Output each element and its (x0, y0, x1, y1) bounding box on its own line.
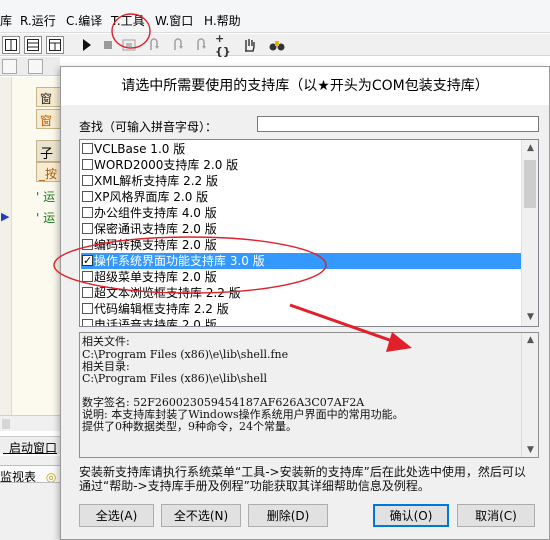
run-icon[interactable] (78, 36, 96, 54)
library-item[interactable]: 编码转换支持库 2.0 版 (81, 237, 522, 253)
dialog-title: 请选中所需要使用的支持库（以★开头为COM包装支持库） (61, 67, 549, 105)
editor-gutter (0, 77, 12, 415)
library-item[interactable]: 电话语音支持库 2.0 版 (81, 317, 522, 327)
start-window-tab-label: _启动窗口 (3, 441, 58, 454)
scroll-down-icon[interactable]: ▼ (522, 445, 538, 455)
scroll-up-icon[interactable]: ▲ (522, 335, 538, 345)
menu-run[interactable]: R.运行 (20, 12, 56, 29)
step-into-icon[interactable] (146, 36, 164, 54)
checkbox-checked[interactable] (82, 253, 93, 269)
watch-tab[interactable]: 监视表 ◎ (0, 465, 62, 483)
step-icon[interactable] (120, 36, 138, 54)
window-layout-icon[interactable] (24, 36, 42, 54)
library-name: VCLBase 1.0 版 (94, 142, 186, 156)
menu-compile[interactable]: C.编译 (66, 12, 102, 29)
library-item[interactable]: WORD2000支持库 2.0 版 (81, 157, 522, 173)
library-item[interactable]: VCLBase 1.0 版 (81, 141, 522, 157)
menu-help[interactable]: H.帮助 (204, 12, 241, 29)
info-scrollbar[interactable]: ▲ ▼ (521, 333, 538, 457)
grid-icon[interactable] (28, 59, 43, 74)
related-files-label: 相关文件: (82, 335, 130, 348)
library-item[interactable]: XP风格界面库 2.0 版 (81, 189, 522, 205)
step-out-icon[interactable] (193, 36, 211, 54)
cancel-button[interactable]: 取消(C) (457, 504, 535, 527)
delete-button[interactable]: 删除(D) (248, 504, 328, 527)
select-none-button[interactable]: 全不选(N) (161, 504, 241, 527)
library-item[interactable]: 超文本浏览框支持库 2.2 版 (81, 285, 522, 301)
checkbox[interactable] (82, 287, 93, 298)
stop-icon[interactable] (99, 36, 117, 54)
checkbox[interactable] (82, 143, 93, 154)
library-name: XML解析支持库 2.2 版 (94, 174, 218, 188)
library-name: 代码编辑框支持库 2.2 版 (94, 302, 229, 316)
watch-tab-label: 监视表 (0, 470, 37, 483)
library-list[interactable]: VCLBase 1.0 版 WORD2000支持库 2.0 版 XML解析支持库… (79, 139, 539, 327)
library-name: 办公组件支持库 4.0 版 (94, 206, 217, 220)
code-comment-line: ' 运 (36, 190, 56, 204)
subroutine-name: _按 (36, 162, 62, 182)
menu-tools[interactable]: T.工具 (111, 12, 145, 29)
search-input[interactable] (257, 116, 539, 132)
glasses-icon: ◎ (45, 470, 57, 483)
scroll-down-icon[interactable]: ▼ (522, 309, 538, 326)
library-name: XP风格界面库 2.0 版 (94, 190, 209, 204)
menu-library[interactable]: 库 (0, 12, 12, 29)
menu-bar: 库 R.运行 C.编译 T.工具 W.窗口 H.帮助 (0, 0, 550, 33)
main-toolbar: +{} (0, 32, 550, 58)
start-window-tab[interactable]: _启动窗口 (0, 436, 62, 454)
menu-window[interactable]: W.窗口 (155, 12, 193, 29)
checkbox[interactable] (82, 239, 93, 250)
editor-horizontal-scrollbar[interactable] (0, 415, 62, 431)
hand-icon[interactable] (240, 36, 258, 54)
ok-button[interactable]: 确认(O) (373, 504, 449, 527)
checkbox[interactable] (82, 175, 93, 186)
library-list-scrollbar[interactable]: ▲ ▼ (521, 140, 538, 326)
scroll-thumb[interactable] (524, 160, 536, 208)
checkbox[interactable] (82, 223, 93, 234)
library-name: 编码转换支持库 2.0 版 (94, 238, 217, 252)
library-name: 保密通讯支持库 2.0 版 (94, 222, 217, 236)
library-name: 超文本浏览框支持库 2.2 版 (94, 286, 241, 300)
window-tab[interactable]: 窗口 (36, 87, 62, 107)
library-item[interactable]: 超级菜单支持库 2.0 版 (81, 269, 522, 285)
select-all-button[interactable]: 全选(A) (79, 504, 154, 527)
search-label: 查找（可输入拼音字母）： (79, 120, 218, 134)
checkbox[interactable] (82, 271, 93, 282)
search-binoculars-icon[interactable] (268, 36, 286, 54)
code-comment-line: ' 运 (36, 211, 56, 225)
window-layout-icon[interactable] (2, 36, 20, 54)
library-name: 电话语音支持库 2.0 版 (94, 318, 217, 327)
related-dir-path: C:\Program Files (x86)\e\lib\shell (82, 372, 267, 385)
library-item[interactable]: 办公组件支持库 4.0 版 (81, 205, 522, 221)
secondary-toolbar (0, 57, 60, 76)
library-item[interactable]: 保密通讯支持库 2.0 版 (81, 221, 522, 237)
library-item[interactable]: 代码编辑框支持库 2.2 版 (81, 301, 522, 317)
library-info-box: 相关文件: C:\Program Files (x86)\e\lib\shell… (79, 332, 539, 458)
checkbox[interactable] (82, 159, 93, 170)
checkbox[interactable] (82, 319, 93, 326)
step-over-icon[interactable] (170, 36, 188, 54)
breakpoint-arrow-icon: ▶ (1, 210, 10, 223)
support-library-dialog: 请选中所需要使用的支持库（以★开头为COM包装支持库） 查找（可输入拼音字母）：… (60, 66, 550, 540)
library-item-selected[interactable]: 操作系统界面功能支持库 3.0 版 (81, 253, 522, 269)
braces-icon[interactable]: +{} (215, 32, 237, 58)
library-name: WORD2000支持库 2.0 版 (94, 158, 239, 172)
install-hint-line2: 通过“帮助->支持库手册及例程”功能获取其详细帮助信息及例程。 (79, 479, 430, 493)
align-icon[interactable] (2, 59, 17, 74)
library-summary: 提供了0种数据类型，9种命令，24个常量。 (82, 420, 297, 433)
subroutine-header: 子程 (36, 140, 62, 181)
library-name: 操作系统界面功能支持库 3.0 版 (94, 254, 265, 268)
library-item[interactable]: XML解析支持库 2.2 版 (81, 173, 522, 189)
window-tab[interactable]: 窗口 (36, 109, 62, 129)
checkbox[interactable] (82, 207, 93, 218)
window-layout-icon[interactable] (46, 36, 64, 54)
library-name: 超级菜单支持库 2.0 版 (94, 270, 217, 284)
scroll-up-icon[interactable]: ▲ (522, 140, 538, 157)
checkbox[interactable] (82, 191, 93, 202)
install-hint-line1: 安装新支持库请执行系统菜单“工具->安装新的支持库”后在此处选中使用，然后可以 (79, 465, 526, 479)
checkbox[interactable] (82, 303, 93, 314)
